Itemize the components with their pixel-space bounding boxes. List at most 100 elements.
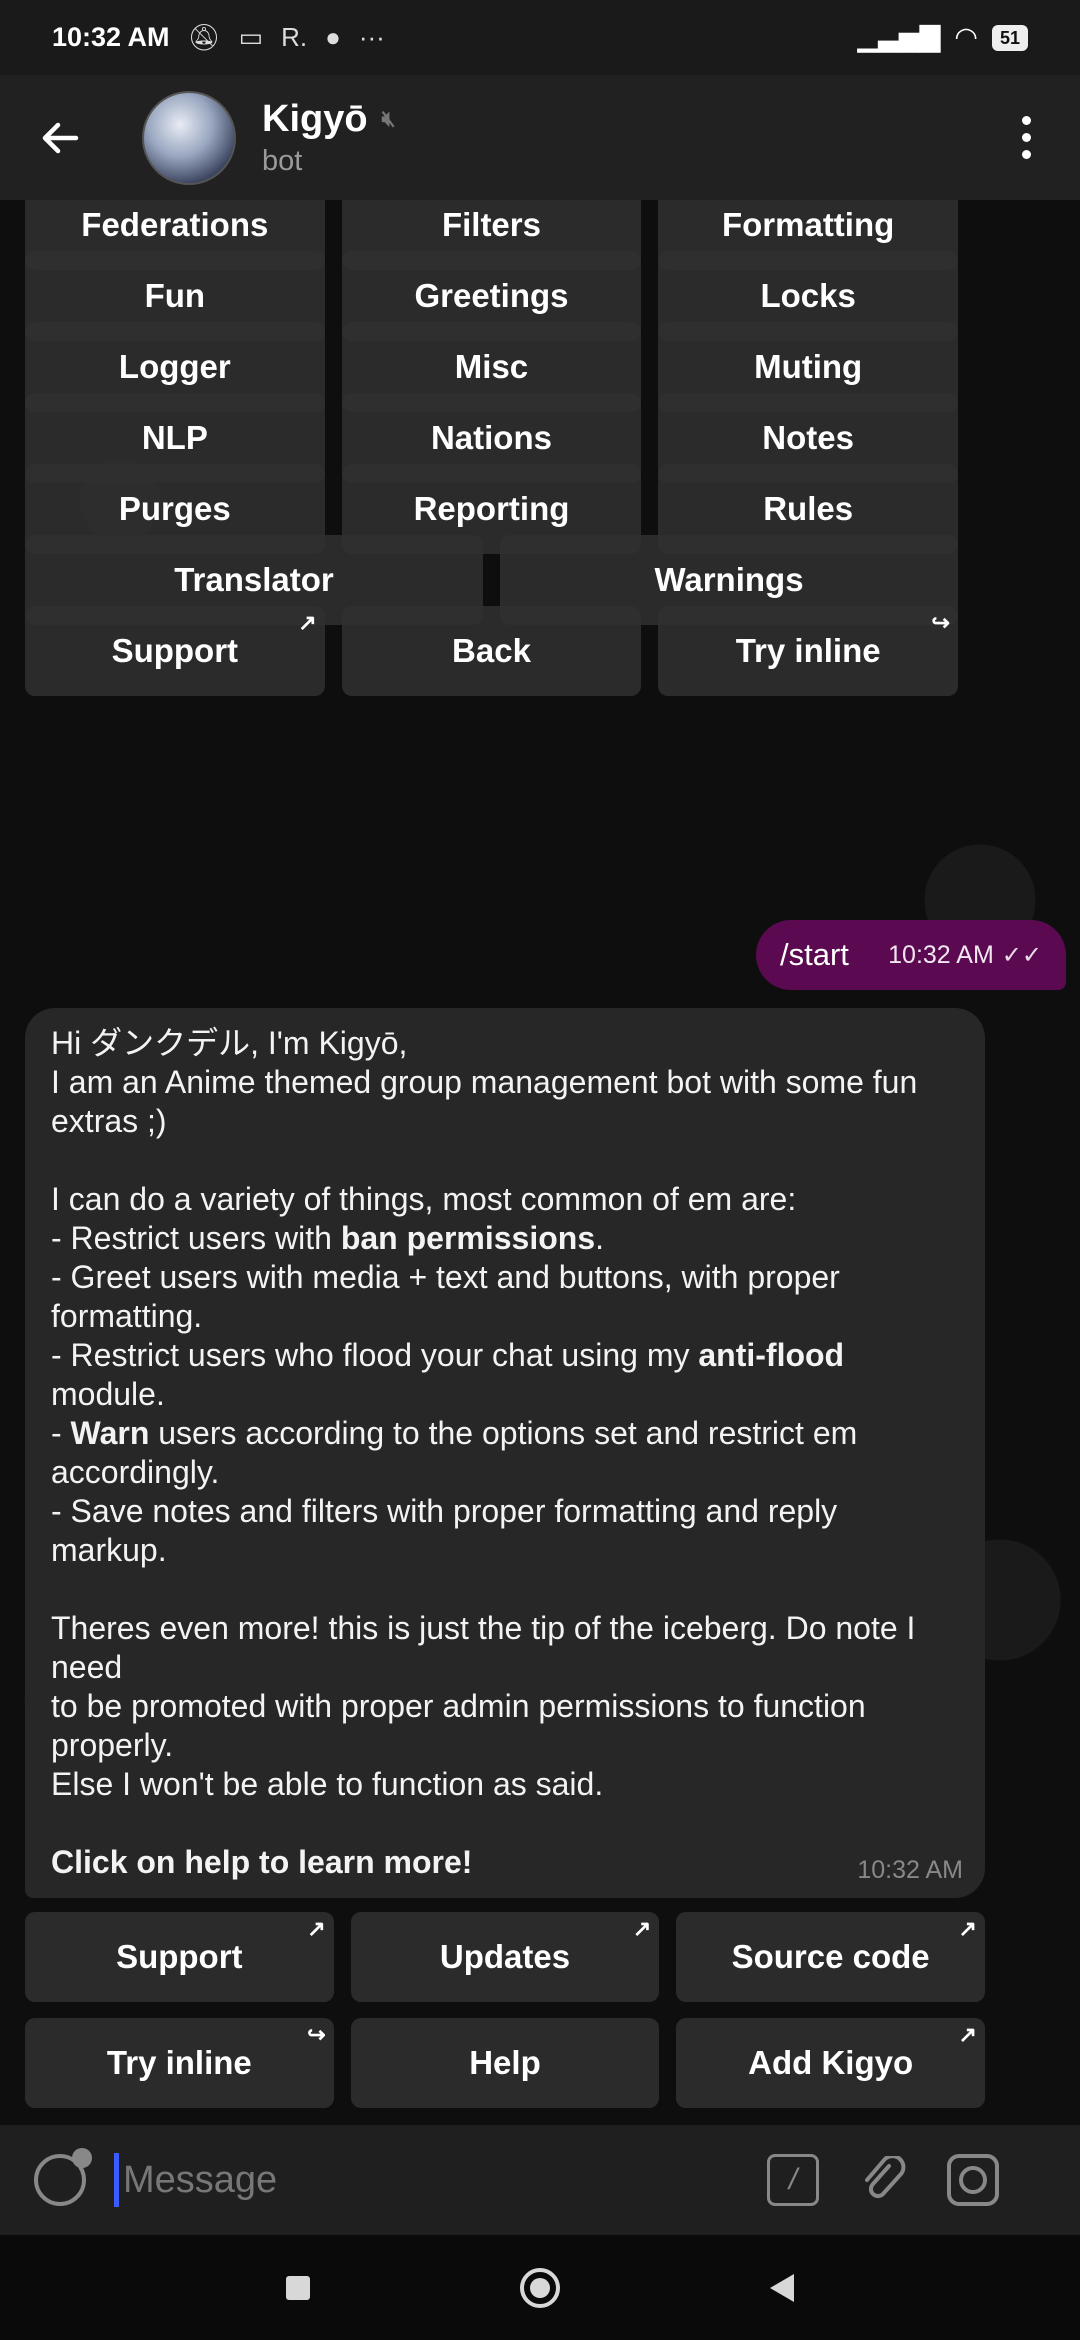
app-indicator-r: R. (281, 22, 308, 52)
inline-button-label: Greetings (414, 277, 569, 314)
message-input[interactable] (123, 2158, 723, 2202)
bot-commands-button[interactable]: / (767, 2154, 819, 2206)
inline-button-try-inline[interactable]: Try inline ↪ (658, 606, 958, 696)
message-line: I am an Anime themed group management bo… (51, 1064, 918, 1100)
chat-header: Kigyō 🔇︎ bot (0, 75, 1080, 200)
external-link-icon: ↗ (958, 2022, 977, 2047)
inline-button-label: Warnings (654, 561, 804, 598)
inline-button-label: Locks (760, 277, 856, 314)
back-nav-button[interactable] (770, 2273, 794, 2302)
more-indicator: ··· (358, 22, 385, 52)
muted-icon: 🔇︎ (381, 106, 396, 131)
keyboard-row: Support ↗ Back Try inline ↪ (25, 606, 958, 696)
chat-title-block[interactable]: Kigyō 🔇︎ bot (262, 98, 395, 178)
inline-button-label: Federations (81, 206, 269, 243)
message-line: accordingly. (51, 1454, 220, 1490)
keyboard-row: Support ↗ Updates ↗ Source code ↗ (25, 1912, 985, 2002)
keyboard-row: Try inline ↪ Help Add Kigyo ↗ (25, 2018, 985, 2108)
external-link-icon: ↗ (958, 1916, 977, 1941)
emoji-sticker-button[interactable] (34, 2148, 92, 2206)
inline-button-source-code[interactable]: Source code ↗ (676, 1912, 985, 2002)
message-line: properly. (51, 1727, 174, 1763)
share-icon: ↪ (307, 2022, 326, 2047)
incoming-message[interactable]: Hi ダンクデル, I'm Kigyō, I am an Anime themed… (25, 1008, 985, 1898)
inline-button-label: Support (111, 632, 239, 669)
message-line: - Warn users according to the options se… (51, 1415, 858, 1451)
more-menu-button[interactable] (1006, 108, 1046, 168)
message-time: 10:32 AM (888, 940, 994, 969)
message-line (51, 1570, 959, 1609)
attach-button[interactable] (857, 2154, 909, 2206)
inline-button-label: Add Kigyo (748, 2044, 914, 2081)
message-line: - Restrict users with ban permissions. (51, 1220, 605, 1256)
inline-button-label: Rules (763, 490, 854, 527)
status-bar: 10:32 AM 🔕︎ ▭ R. ● ··· ▁▃▅▇ ◠ 51 (0, 0, 1080, 75)
inline-button-support[interactable]: Support ↗ (25, 1912, 334, 2002)
message-line: I can do a variety of things, most commo… (51, 1181, 797, 1217)
inline-button-label: Try inline (106, 2044, 252, 2081)
share-icon: ↪ (931, 610, 950, 635)
inline-button-label: Nations (430, 419, 552, 456)
text-cursor (114, 2153, 119, 2207)
arrow-left-icon (42, 122, 79, 153)
reddit-icon: ● (325, 22, 341, 52)
inline-button-label: Fun (144, 277, 206, 314)
battery-icon: 51 (991, 24, 1028, 51)
message-line: Else I won't be able to function as said… (51, 1766, 604, 1802)
inline-button-label: Updates (439, 1938, 571, 1975)
message-line: - Restrict users who flood your chat usi… (51, 1337, 845, 1373)
message-line: formatting. (51, 1298, 203, 1334)
message-line: need (51, 1649, 123, 1685)
home-button[interactable] (520, 2267, 560, 2308)
inline-button-label: Muting (754, 348, 863, 385)
inline-button-try-inline[interactable]: Try inline ↪ (25, 2018, 334, 2108)
inline-button-support[interactable]: Support ↗ (25, 606, 325, 696)
inline-button-label: Misc (454, 348, 529, 385)
status-time: 10:32 AM (52, 22, 170, 52)
signal-icon: ▁▃▅▇ (857, 22, 941, 52)
message-line: Hi ダンクデル, I'm Kigyō, (51, 1025, 408, 1061)
message-line: - Greet users with media + text and butt… (51, 1259, 840, 1295)
inline-button-label: Support (116, 1938, 243, 1975)
avatar[interactable] (142, 90, 236, 185)
inline-keyboard-top: Federations Filters Formatting Fun Greetings… (25, 200, 958, 910)
message-line: to be promoted with proper admin permiss… (51, 1688, 866, 1724)
read-checkmarks-icon: ✓✓ (1001, 941, 1042, 969)
message-line: extras ;) (51, 1103, 167, 1139)
message-line: Click on help to learn more! (51, 1844, 473, 1880)
inline-button-add-kigyo[interactable]: Add Kigyo ↗ (676, 2018, 985, 2108)
system-nav-bar (0, 2235, 1080, 2340)
message-line (51, 1804, 959, 1843)
external-link-icon: ↗ (298, 610, 317, 635)
inline-button-label: Back (452, 632, 531, 669)
inline-button-label: Logger (118, 348, 231, 385)
inline-button-help[interactable]: Help (350, 2018, 660, 2108)
chat-subtitle: bot (262, 144, 303, 177)
inline-button-label: Purges (118, 490, 231, 527)
inline-button-label: Notes (762, 419, 854, 456)
inline-button-label: Source code (731, 1938, 930, 1975)
message-line: markup. (51, 1532, 167, 1568)
recents-button[interactable] (286, 2275, 310, 2300)
inline-button-back[interactable]: Back (341, 606, 642, 696)
message-text: /start (780, 937, 849, 972)
outgoing-message[interactable]: /start 10:32 AM ✓✓ (756, 920, 1066, 990)
mute-icon: 🔕︎ (187, 22, 221, 52)
external-link-icon: ↗ (307, 1916, 326, 1941)
inline-button-label: NLP (141, 419, 208, 456)
chat-title: Kigyō (262, 97, 368, 140)
message-line: Theres even more! this is just the tip o… (51, 1610, 916, 1646)
back-button[interactable] (30, 108, 90, 168)
status-indicators: 🔕︎ ▭ R. ● ··· (188, 22, 385, 53)
wifi-icon: ◠ (954, 22, 978, 52)
inline-button-label: Try inline (735, 632, 881, 669)
camera-button[interactable] (947, 2154, 999, 2206)
inline-button-label: Filters (441, 206, 541, 243)
chat-area[interactable]: Federations Filters Formatting Fun Greetings… (0, 200, 1080, 2125)
inline-button-updates[interactable]: Updates ↗ (350, 1912, 660, 2002)
external-link-icon: ↗ (632, 1916, 652, 1941)
message-input-bar: / (0, 2125, 1080, 2235)
cast-icon: ▭ (238, 22, 264, 52)
message-line (51, 1141, 959, 1180)
message-line: - Save notes and filters with proper for… (51, 1493, 838, 1529)
